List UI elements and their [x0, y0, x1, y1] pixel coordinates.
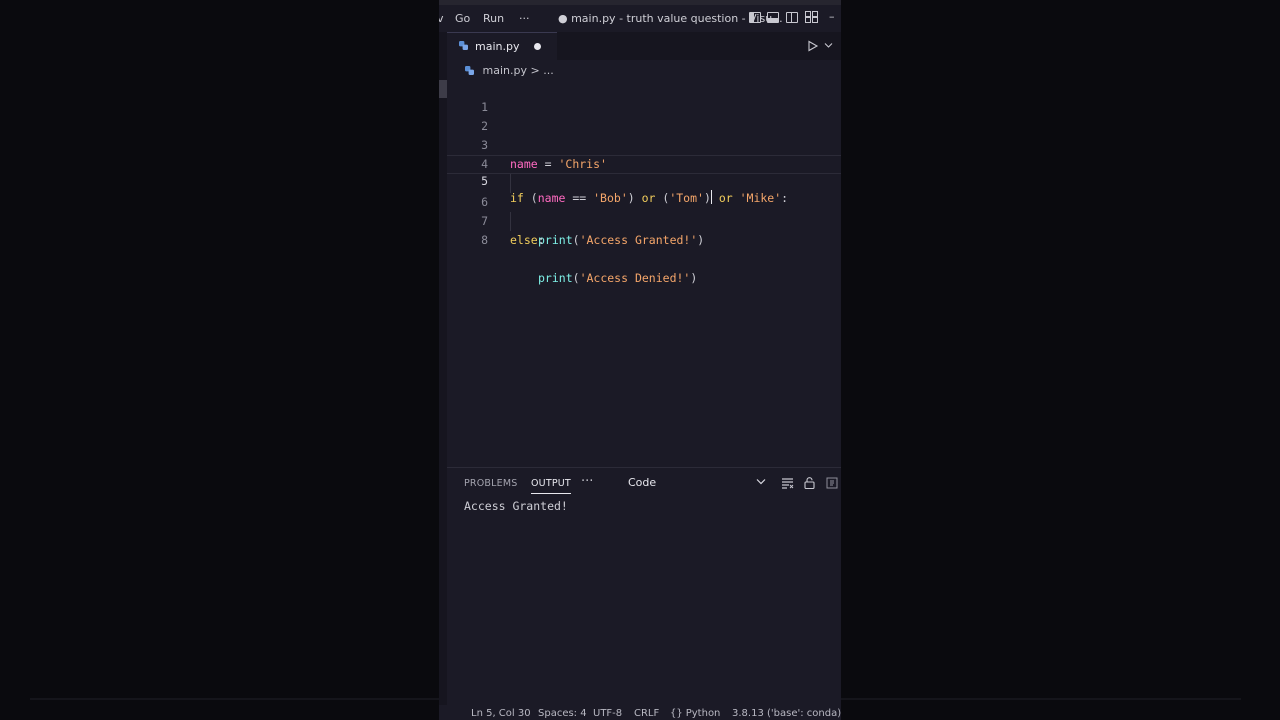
status-interpreter[interactable]: 3.8.13 ('base': conda) [732, 708, 841, 719]
output-channel-select[interactable]: Code [628, 476, 766, 492]
menu-view-fragment[interactable]: v [439, 12, 444, 25]
editor-tab-bar: main.py [447, 32, 841, 60]
code-line: 3 name = 'Chris' [447, 117, 841, 171]
python-file-icon [465, 66, 474, 75]
code-text: print('Access Granted!') [538, 233, 705, 247]
output-text: Access Granted! [464, 499, 568, 513]
lock-icon[interactable] [804, 477, 815, 489]
status-cursor-position[interactable]: Ln 5, Col 30 [471, 708, 531, 719]
code-line: 4 [447, 136, 841, 171]
unsaved-dot-icon[interactable] [534, 43, 541, 50]
tab-main-py[interactable]: main.py [447, 32, 557, 60]
python-file-icon [459, 41, 468, 50]
code-editor[interactable]: 1 2 3 name = 'Chris' 4 5 if (name == 'Bo… [447, 79, 841, 469]
run-python-file-icon[interactable] [807, 40, 819, 52]
customize-layout-icon[interactable] [805, 11, 818, 26]
breadcrumb: main.py > ... [465, 64, 554, 77]
status-eol[interactable]: CRLF [634, 708, 659, 719]
status-encoding[interactable]: UTF-8 [593, 708, 622, 719]
tab-problems[interactable]: PROBLEMS [464, 478, 517, 489]
clear-output-icon[interactable] [781, 477, 794, 489]
panel-more-button[interactable]: ··· [581, 474, 593, 489]
status-indentation[interactable]: Spaces: 4 [538, 708, 587, 719]
code-line: 6 print('Access Granted!') [447, 174, 841, 247]
indent-guide [510, 174, 511, 193]
breadcrumb-file[interactable]: main.py [483, 64, 527, 77]
left-black-bar [0, 0, 439, 720]
code-line: 8 print('Access Denied!') [447, 212, 841, 285]
menu-run[interactable]: Run [483, 12, 504, 25]
title-bar: v Go Run ··· ● main.py - truth value que… [439, 5, 841, 32]
chevron-down-icon [756, 479, 766, 485]
bottom-panel: PROBLEMS OUTPUT ··· Code Access Granted! [447, 467, 841, 706]
code-line: 7 else: [447, 193, 841, 247]
output-channel-value: Code [628, 476, 657, 489]
vscode-window: v Go Run ··· ● main.py - truth value que… [439, 0, 841, 720]
breadcrumb-rest[interactable]: ... [543, 64, 554, 77]
breadcrumb-separator: > [530, 64, 540, 77]
gutter-scroll-thumb[interactable] [439, 80, 447, 98]
code-line: 1 [447, 79, 841, 114]
code-line-active: 5 if (name == 'Bob') or ('Tom') or 'Mike… [447, 155, 841, 205]
indent-guide [510, 212, 511, 231]
code-text: else: [510, 233, 545, 247]
tab-output[interactable]: OUTPUT [531, 478, 571, 494]
run-options-chevron-icon[interactable] [824, 42, 833, 49]
line-number: 8 [481, 233, 488, 247]
open-in-editor-icon[interactable] [826, 477, 840, 489]
minimize-button[interactable]: – [829, 10, 835, 23]
code-text: print('Access Denied!') [538, 271, 698, 285]
toggle-primary-sidebar-icon[interactable] [749, 12, 761, 23]
menu-more[interactable]: ··· [519, 12, 530, 25]
left-gutter-scrollbar [439, 32, 447, 720]
menu-go[interactable]: Go [455, 12, 470, 25]
braces-icon: {} [670, 708, 683, 719]
status-bar: Ln 5, Col 30 Spaces: 4 UTF-8 CRLF {} Pyth… [439, 705, 841, 720]
toggle-secondary-sidebar-icon[interactable] [786, 12, 798, 23]
status-language[interactable]: {} Python [670, 708, 720, 719]
code-line: 2 [447, 98, 841, 133]
tab-label: main.py [475, 40, 520, 53]
right-black-bar [841, 0, 1280, 720]
toggle-panel-icon[interactable] [767, 12, 779, 23]
